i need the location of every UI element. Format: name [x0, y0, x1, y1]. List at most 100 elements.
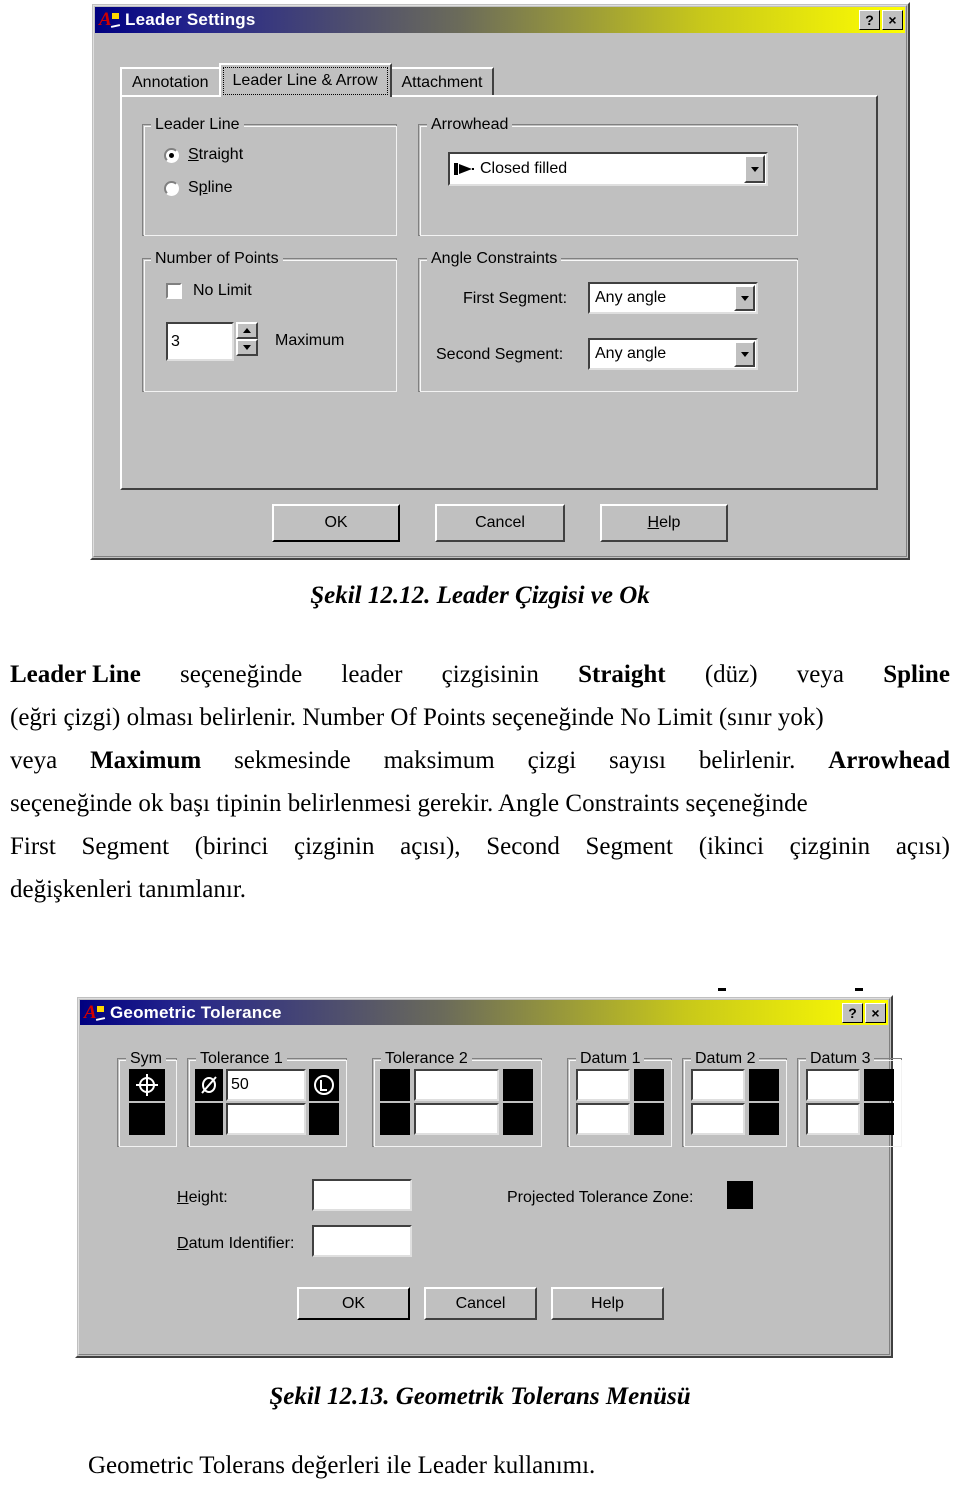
paragraph-line-2: (eğri çizgi) olması belirlenir. Number O… [10, 704, 824, 731]
first-segment-combobox-arrow[interactable] [734, 285, 755, 311]
autocad-logo-icon: A [98, 10, 121, 30]
datum1-row2-modifier-button[interactable] [634, 1103, 664, 1135]
leader-line-and-arrow-panel: Leader Line Straight Spline Number of Po… [120, 95, 878, 490]
checkbox-no-limit-label: No Limit [193, 282, 252, 299]
tolerance1-row1-prefix-button[interactable] [195, 1069, 223, 1101]
tolerance-cancel-button[interactable]: Cancel [424, 1287, 537, 1320]
height-input[interactable] [312, 1179, 412, 1211]
datum1-group-label: Datum 1 [576, 1050, 645, 1067]
second-segment-combobox-arrow[interactable] [734, 341, 755, 367]
height-accel: H [177, 1189, 189, 1206]
sym-row2-button[interactable] [129, 1103, 165, 1135]
tolerance1-row1-suffix-button[interactable] [309, 1069, 339, 1101]
p5-c: (birinci [194, 833, 269, 860]
tolerance1-group: Tolerance 1 50 [187, 1050, 347, 1147]
height-label: Height: [177, 1189, 228, 1207]
p1-b: seçeneğinde [180, 661, 303, 688]
tolerance2-row1-value-input[interactable] [414, 1069, 499, 1101]
help-question-button[interactable]: ? [842, 1002, 863, 1023]
maximum-points-spinner[interactable] [236, 322, 258, 356]
datum1-row2-input[interactable] [576, 1103, 630, 1135]
second-segment-combobox-value: Any angle [595, 345, 667, 362]
scan-artifact-left [718, 988, 726, 991]
tolerance2-row1-suffix-button[interactable] [503, 1069, 533, 1101]
p5-e: açısı), [400, 833, 461, 860]
sym-group: Sym [117, 1050, 177, 1147]
spinner-up-button[interactable] [236, 322, 258, 339]
datum-identifier-input[interactable] [312, 1225, 412, 1257]
maximum-points-input[interactable]: 3 [166, 322, 234, 361]
leader-line-group-label: Leader Line [151, 116, 244, 133]
paragraph-line-5: First Segment (birinci çizginin açısı), … [10, 825, 950, 868]
angle-constraints-group-label: Angle Constraints [427, 250, 562, 267]
radio-spline-indicator [164, 180, 179, 196]
radio-spline-label: Spline [188, 179, 232, 197]
p1-d: çizgisinin [441, 661, 539, 688]
datum2-row1-input[interactable] [691, 1069, 745, 1101]
leader-settings-title: Leader Settings [125, 10, 256, 29]
close-button[interactable]: × [865, 1002, 886, 1023]
arrowhead-combobox-arrow[interactable] [744, 155, 765, 183]
projected-tolerance-zone-button[interactable] [727, 1181, 753, 1209]
p5-h: (ikinci [698, 833, 764, 860]
datum3-row2-input[interactable] [806, 1103, 860, 1135]
datum2-row1-modifier-button[interactable] [749, 1069, 779, 1101]
p5-i: çizginin [789, 833, 871, 860]
second-segment-combobox[interactable]: Any angle [588, 338, 758, 370]
arrowhead-group-label: Arrowhead [427, 116, 513, 133]
tolerance1-row2-prefix-button[interactable] [195, 1103, 223, 1135]
datum2-row2-input[interactable] [691, 1103, 745, 1135]
leader-help-button[interactable]: Help [600, 504, 728, 542]
leader-help-accel: H [647, 514, 660, 531]
datum1-row1-modifier-button[interactable] [634, 1069, 664, 1101]
p1-f: (düz) [704, 661, 758, 688]
checkbox-no-limit[interactable]: No Limit [166, 282, 252, 300]
figure-12-13-caption: Şekil 12.13. Geometrik Tolerans Menüsü [269, 1383, 691, 1410]
radio-straight[interactable]: Straight [164, 146, 243, 164]
tolerance1-row1-value-input[interactable]: 50 [226, 1069, 306, 1101]
datum3-row1-modifier-button[interactable] [864, 1069, 894, 1101]
closed-filled-arrow-svg [454, 163, 474, 175]
datum2-group: Datum 2 [682, 1050, 787, 1147]
radio-straight-indicator [164, 147, 179, 163]
tolerance2-row2-value-input[interactable] [414, 1103, 499, 1135]
checkbox-no-limit-box [166, 283, 182, 299]
first-segment-combobox[interactable]: Any angle [588, 282, 758, 314]
first-segment-combobox-value: Any angle [595, 289, 667, 306]
datum3-row1-input[interactable] [806, 1069, 860, 1101]
datum2-row2-modifier-button[interactable] [749, 1103, 779, 1135]
arrowhead-combobox-value: Closed filled [480, 160, 568, 177]
tolerance2-row2-prefix-button[interactable] [380, 1103, 410, 1135]
p5-j: açısı) [895, 833, 950, 860]
p5-a: First [10, 833, 56, 860]
radio-spline[interactable]: Spline [164, 179, 232, 197]
arrowhead-combobox[interactable]: Closed filled [448, 152, 768, 186]
p1-straight: Straight [578, 661, 666, 688]
tolerance1-row2-value-input[interactable] [226, 1103, 306, 1135]
datum-identifier-accel: D [177, 1235, 189, 1252]
leader-ok-button[interactable]: OK [272, 504, 400, 542]
p3-maximum: Maximum [90, 747, 202, 774]
tolerance-ok-button[interactable]: OK [297, 1287, 410, 1320]
sym-row1-button[interactable] [129, 1069, 165, 1101]
tolerance-help-button[interactable]: Help [551, 1287, 664, 1320]
datum3-row2-modifier-button[interactable] [864, 1103, 894, 1135]
tab-annotation[interactable]: Annotation [120, 67, 221, 97]
tolerance2-row1-prefix-button[interactable] [380, 1069, 410, 1101]
radio-straight-label: Straight [188, 146, 243, 164]
number-of-points-group: Number of Points No Limit 3 Maximum [142, 250, 397, 392]
radio-spline-accel: p [198, 179, 208, 196]
tab-leader-line-and-arrow[interactable]: Leader Line & Arrow [218, 63, 392, 97]
tolerance2-group: Tolerance 2 [372, 1050, 542, 1147]
leader-cancel-button[interactable]: Cancel [435, 504, 565, 542]
tab-attachment[interactable]: Attachment [389, 67, 495, 97]
close-button[interactable]: × [882, 10, 903, 30]
tolerance2-row2-suffix-button[interactable] [503, 1103, 533, 1135]
p3-g: belirlenir. [698, 747, 796, 774]
tolerance1-row2-suffix-button[interactable] [309, 1103, 339, 1135]
help-question-button[interactable]: ? [859, 10, 880, 30]
leader-settings-titlebar[interactable]: A Leader Settings ? × [95, 7, 905, 33]
datum1-row1-input[interactable] [576, 1069, 630, 1101]
spinner-down-button[interactable] [236, 339, 258, 356]
geometric-tolerance-titlebar[interactable]: A Geometric Tolerance ? × [80, 1000, 888, 1025]
